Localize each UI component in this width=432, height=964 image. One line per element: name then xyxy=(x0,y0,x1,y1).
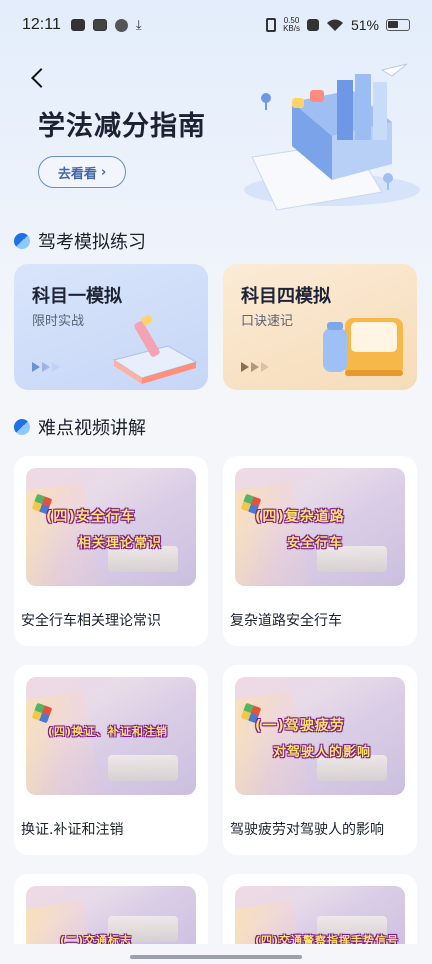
sim-card-title: 科目一模拟 xyxy=(32,286,122,307)
video-caption: 安全行车相关理论常识 xyxy=(21,613,161,629)
book-bottle-illustration xyxy=(323,318,403,376)
practice-section-title: 驾考模拟练习 xyxy=(38,232,146,253)
download-icon: ⤓ xyxy=(135,17,142,33)
sim-card-title: 科目四模拟 xyxy=(241,286,331,307)
battery-percent: 51% xyxy=(350,17,379,33)
thumb-line-1: (四)交通警察指挥手势信号 xyxy=(255,934,400,944)
video-caption: 复杂道路安全行车 xyxy=(230,613,342,629)
home-indicator[interactable] xyxy=(130,955,302,959)
status-bar: 12:11 ⤓ 0.50 KB/s 51% xyxy=(0,0,432,50)
go-see-button[interactable]: 去看看 › xyxy=(38,156,126,188)
notebook-pencil-illustration xyxy=(112,314,198,384)
section-dot-icon xyxy=(14,419,30,435)
status-time: 12:11 xyxy=(22,16,61,33)
video-thumbnail: (四)复杂道路 安全行车 xyxy=(235,468,405,586)
video-thumbnail: (二)交通标志 xyxy=(26,886,196,944)
video-thumbnail: (四)安全行车 相关理论常识 xyxy=(26,468,196,586)
video-section-header: 难点视频讲解 xyxy=(14,414,146,440)
sim-card-subtitle: 限时实战 xyxy=(32,314,85,329)
video-section-title: 难点视频讲解 xyxy=(38,418,146,439)
triple-arrow-icon xyxy=(32,362,60,372)
thumb-line-1: (四)换证、补证和注销 xyxy=(48,725,169,738)
thumb-line-2: 相关理论常识 xyxy=(78,536,163,551)
video-thumbnail: (四)换证、补证和注销 xyxy=(26,677,196,795)
pinwheel-icon xyxy=(31,702,53,724)
go-see-label: 去看看 xyxy=(57,166,97,182)
chevron-left-icon xyxy=(31,68,51,88)
practice-section-header: 驾考模拟练习 xyxy=(14,228,146,254)
thumb-line-1: (四)复杂道路 xyxy=(255,509,345,525)
books-illustration xyxy=(244,63,420,211)
video-card[interactable]: (四)换证、补证和注销 换证.补证和注销 xyxy=(14,665,208,855)
thumb-line-2: 安全行车 xyxy=(287,536,344,551)
subject-one-sim-card[interactable]: 科目一模拟 限时实战 xyxy=(14,264,208,390)
status-right: 0.50 KB/s 51% xyxy=(266,17,410,33)
vibrate-icon xyxy=(266,18,277,32)
video-card[interactable]: (四)复杂道路 安全行车 复杂道路安全行车 xyxy=(223,456,417,646)
wifi-icon xyxy=(326,19,343,31)
triple-arrow-icon xyxy=(241,362,269,372)
sim-card-subtitle: 口诀速记 xyxy=(241,314,294,329)
thumb-line-1: (二)交通标志 xyxy=(60,934,133,944)
video-thumbnail: (一)驾驶疲劳 对驾驶人的影响 xyxy=(235,677,405,795)
thumb-line-2: 对驾驶人的影响 xyxy=(273,745,372,760)
net-speed: 0.50 KB/s xyxy=(283,17,300,33)
video-app-icon xyxy=(92,19,107,31)
hero-title: 学法减分指南 xyxy=(38,111,206,142)
net-speed-unit: KB/s xyxy=(283,24,300,33)
video-thumbnail: (四)交通警察指挥手势信号 xyxy=(235,886,405,944)
video-caption: 换证.补证和注销 xyxy=(21,822,124,838)
video-card[interactable]: (二)交通标志 xyxy=(14,874,208,944)
battery-icon xyxy=(386,19,410,31)
video-caption: 驾驶疲劳对驾驶人的影响 xyxy=(230,822,384,838)
notification-icon xyxy=(70,19,85,31)
video-card[interactable]: (四)交通警察指挥手势信号 xyxy=(223,874,417,944)
back-button[interactable] xyxy=(28,64,51,88)
thumb-line-1: (四)安全行车 xyxy=(46,509,136,525)
subject-four-sim-card[interactable]: 科目四模拟 口诀速记 xyxy=(223,264,417,390)
chevron-right-icon: › xyxy=(100,164,107,180)
video-card[interactable]: (一)驾驶疲劳 对驾驶人的影响 驾驶疲劳对驾驶人的影响 xyxy=(223,665,417,855)
video-card[interactable]: (四)安全行车 相关理论常识 安全行车相关理论常识 xyxy=(14,456,208,646)
no-sim-icon xyxy=(306,19,319,31)
check-circle-icon xyxy=(114,18,128,32)
section-dot-icon xyxy=(14,233,30,249)
thumb-line-1: (一)驾驶疲劳 xyxy=(255,718,345,734)
